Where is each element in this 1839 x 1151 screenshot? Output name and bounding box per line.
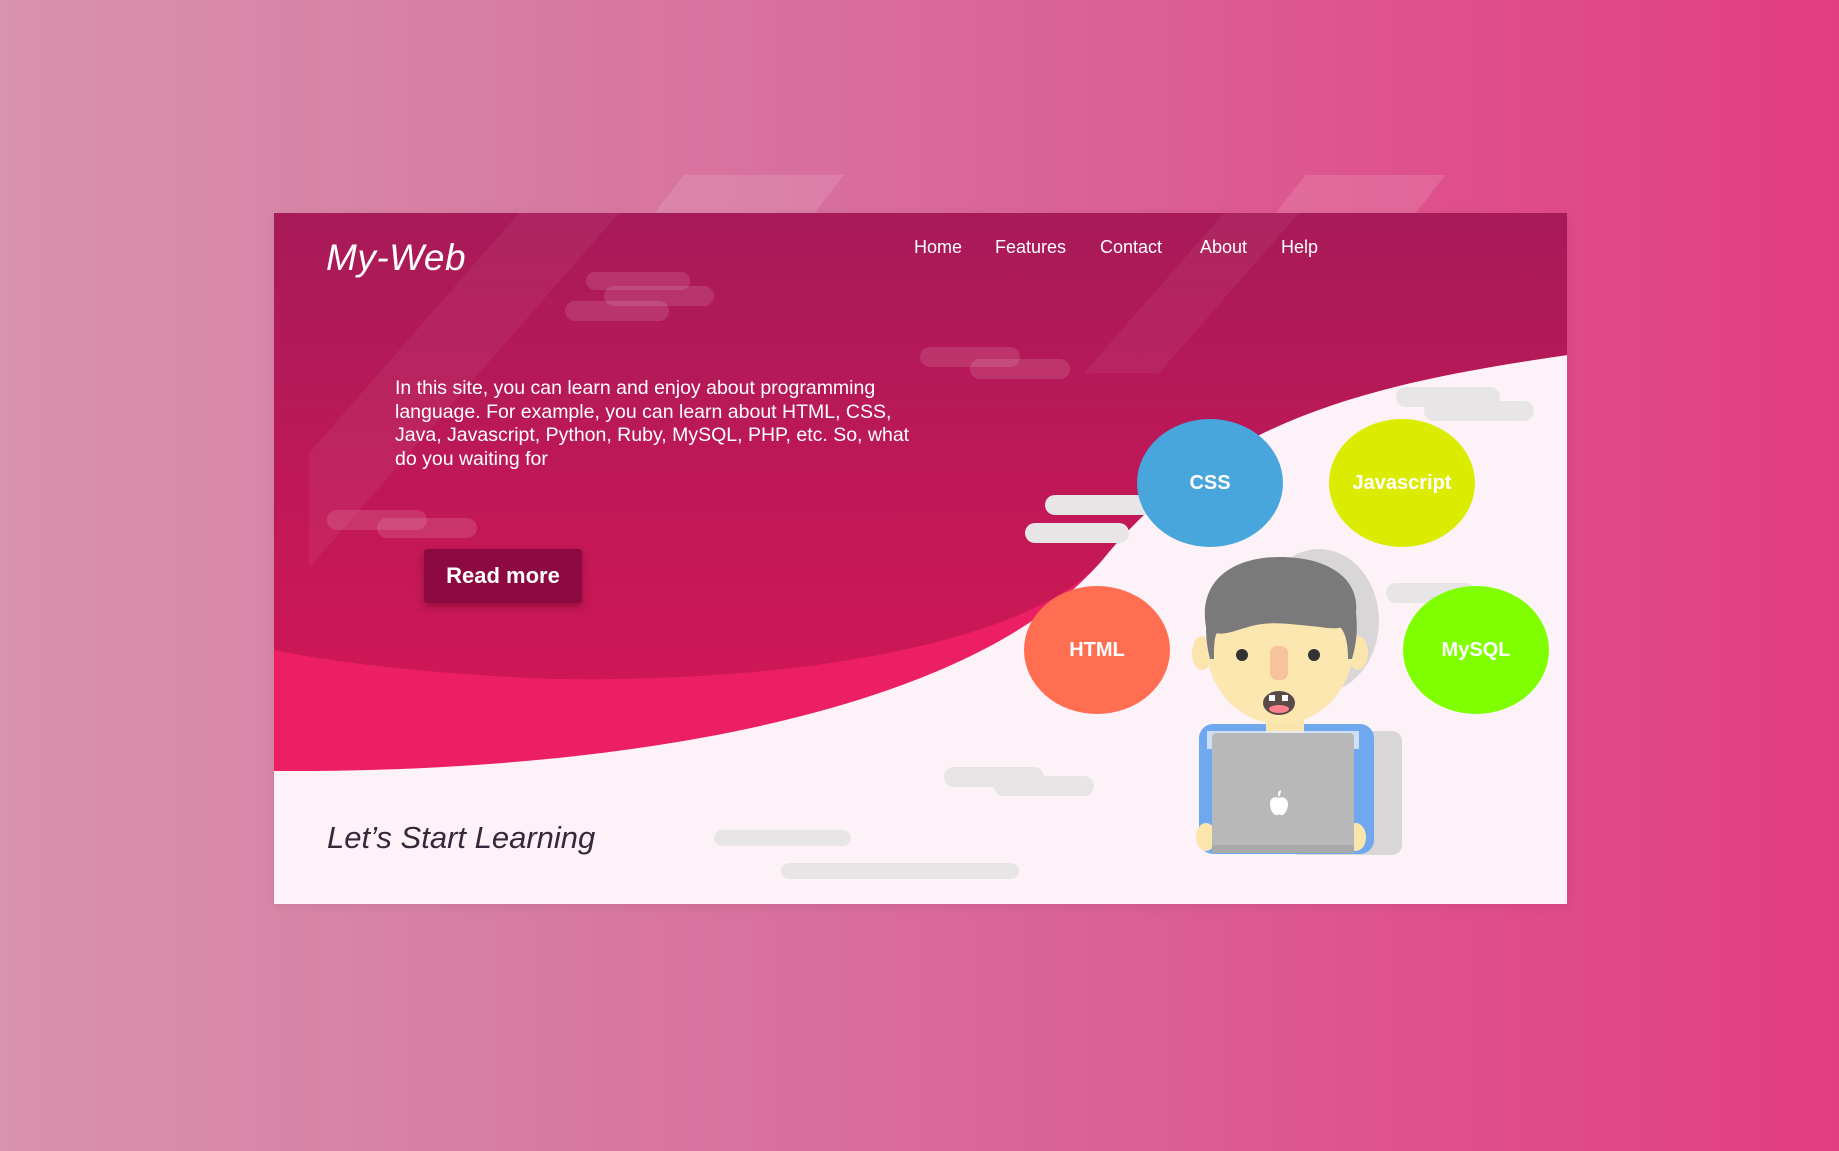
bubble-html: HTML bbox=[1024, 586, 1170, 714]
read-more-button[interactable]: Read more bbox=[424, 549, 582, 603]
bubble-javascript-label: Javascript bbox=[1352, 471, 1452, 494]
bubble-css-label: CSS bbox=[1189, 471, 1231, 494]
nav-contact[interactable]: Contact bbox=[1100, 237, 1162, 258]
nav-home[interactable]: Home bbox=[914, 237, 962, 258]
bubble-mysql: MySQL bbox=[1403, 586, 1549, 714]
nav-help[interactable]: Help bbox=[1281, 237, 1318, 258]
intro-text: In this site, you can learn and enjoy ab… bbox=[395, 377, 910, 470]
nav-features[interactable]: Features bbox=[995, 237, 1066, 258]
tagline: Let’s Start Learning bbox=[327, 820, 596, 855]
bubble-mysql-label: MySQL bbox=[1441, 638, 1511, 661]
apple-logo-icon bbox=[1268, 790, 1290, 816]
person-illustration bbox=[1192, 549, 1402, 855]
landing-page-frame: My-Web Home Features Contact About Help … bbox=[274, 213, 1567, 904]
nav-about[interactable]: About bbox=[1200, 237, 1247, 258]
bubble-javascript: Javascript bbox=[1329, 419, 1475, 547]
bubble-css: CSS bbox=[1137, 419, 1283, 547]
site-logo[interactable]: My-Web bbox=[326, 237, 466, 279]
bubble-html-label: HTML bbox=[1069, 638, 1125, 661]
